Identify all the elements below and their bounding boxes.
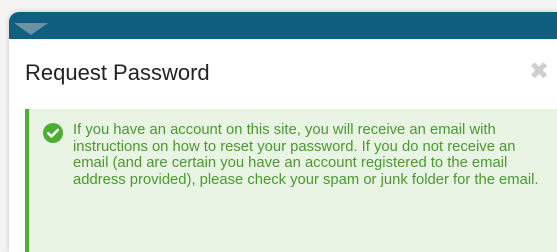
success-alert: If you have an account on this site, you… (25, 109, 557, 252)
close-icon[interactable]: ✖ (527, 59, 551, 83)
request-password-dialog: Request Password ✖ If you have an accoun… (9, 39, 557, 252)
dialog-title: Request Password (25, 60, 210, 85)
check-circle-icon (43, 123, 63, 143)
alert-message: If you have an account on this site, you… (73, 122, 539, 188)
browser-frame: Request Password ✖ If you have an accoun… (9, 12, 557, 252)
site-header-bar (9, 12, 557, 39)
site-logo-icon (14, 23, 48, 35)
